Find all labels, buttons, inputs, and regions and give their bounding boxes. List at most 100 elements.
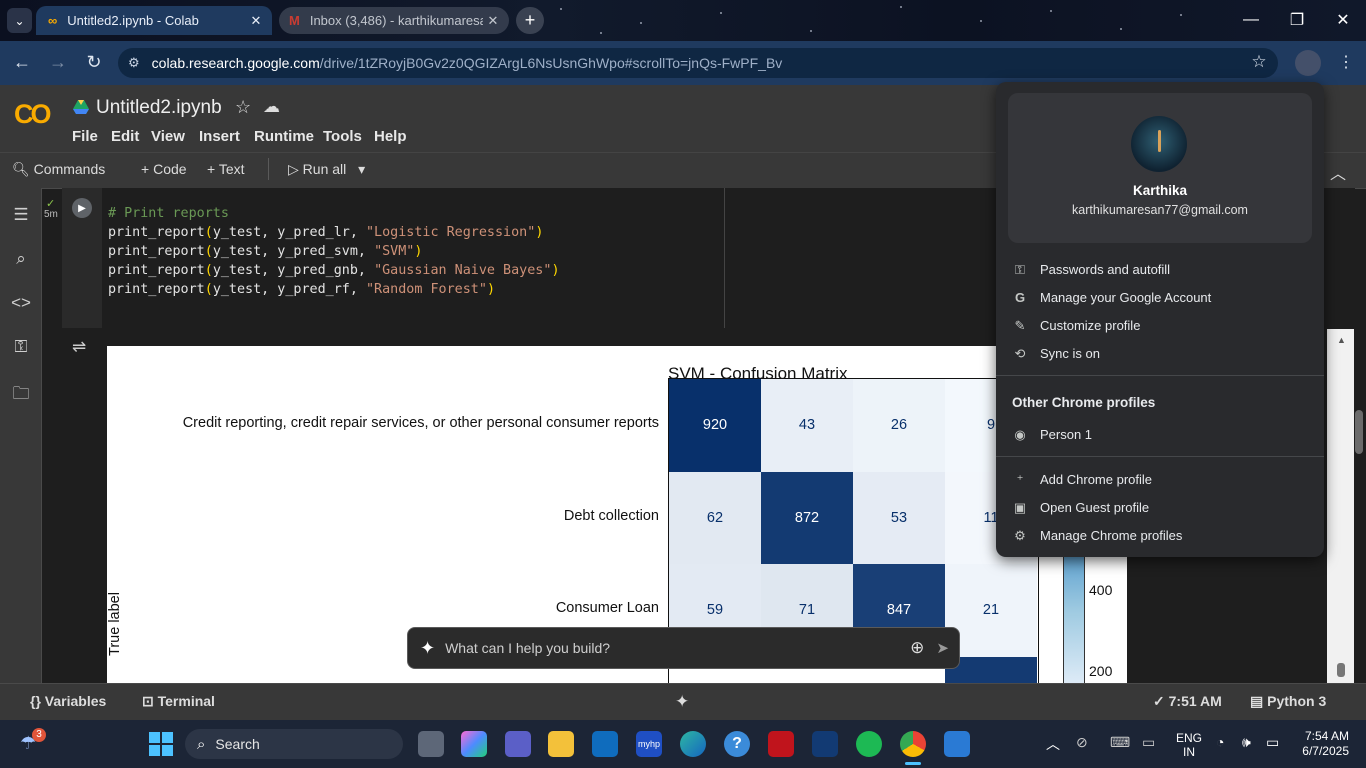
task-view-icon[interactable] <box>418 731 444 757</box>
runtime-status[interactable]: ▤ Python 3 <box>1250 693 1326 710</box>
secrets-key-icon[interactable]: ⚿ <box>10 337 32 359</box>
volume-icon[interactable]: 🕪︎ <box>1242 734 1251 751</box>
gemini-sparkle-icon: ✦ <box>420 637 436 658</box>
teams-icon[interactable] <box>505 731 531 757</box>
colab-logo[interactable]: CO <box>14 99 51 130</box>
menu-add-profile[interactable]: Add Chrome profile <box>1040 472 1152 487</box>
tab-gmail[interactable]: M Inbox (3,486) - karthikumaresan ✕ <box>279 7 509 34</box>
help-icon[interactable]: ? <box>724 731 750 757</box>
gemini-sparkle-icon[interactable]: ✦ <box>675 692 689 712</box>
tab-colab[interactable]: ∞ Untitled2.ipynb - Colab ✕ <box>36 6 272 35</box>
menu-view[interactable]: View <box>151 128 185 145</box>
code-args: y_test, y_pred_gnb, <box>212 263 375 278</box>
notebook-title[interactable]: Untitled2.ipynb <box>96 97 222 119</box>
heatmap-cell: 26 <box>853 379 945 472</box>
code-snippets-icon[interactable]: <> <box>10 293 32 315</box>
run-all-button[interactable]: ▷ Run all ▾ <box>288 161 365 178</box>
menu-insert[interactable]: Insert <box>199 128 240 145</box>
chevron-down-icon[interactable]: ▾ <box>358 161 365 177</box>
tab-search-button[interactable]: ⌄ <box>7 8 32 33</box>
profile-avatar-button[interactable] <box>1295 50 1321 76</box>
execution-status[interactable]: ✓ 7:51 AM <box>1153 693 1222 710</box>
windows-start-icon[interactable] <box>149 732 173 756</box>
commands-label: Commands <box>33 161 106 177</box>
collapse-header-icon[interactable]: ︿ <box>1330 160 1346 184</box>
table-of-contents-icon[interactable]: ☰ <box>10 205 32 227</box>
chrome-menu-icon[interactable]: ⋮ <box>1334 52 1358 74</box>
reload-icon[interactable]: ↻ <box>82 52 106 74</box>
new-tab-button[interactable]: + <box>516 7 544 34</box>
menu-help[interactable]: Help <box>374 128 407 145</box>
copilot-icon[interactable] <box>461 731 487 757</box>
files-folder-icon[interactable]: 🗀 <box>10 381 32 403</box>
active-app-indicator <box>905 762 921 765</box>
menu-customize-profile[interactable]: Customize profile <box>1040 318 1140 333</box>
terminal-button[interactable]: ⊡ Terminal <box>142 693 215 710</box>
send-icon[interactable]: ➤ <box>936 639 949 657</box>
show-hidden-icons[interactable]: ︿ <box>1046 734 1060 754</box>
close-tab-icon[interactable]: ✕ <box>246 13 266 29</box>
commands-button[interactable]: 🔍︎ Commands <box>12 161 105 178</box>
code-cell[interactable]: # Print reports print_report(y_test, y_p… <box>102 188 724 328</box>
menu-manage-profiles[interactable]: Manage Chrome profiles <box>1040 528 1182 543</box>
menu-runtime[interactable]: Runtime <box>254 128 314 145</box>
profile-person-1[interactable]: Person 1 <box>1040 427 1092 442</box>
add-text-button[interactable]: + Text <box>207 161 245 177</box>
tab-title: Inbox (3,486) - karthikumaresan <box>309 13 483 28</box>
minimize-button[interactable]: — <box>1228 0 1274 40</box>
profile-avatar[interactable] <box>1131 116 1187 172</box>
store-icon[interactable] <box>592 731 618 757</box>
search-icon: 🔍︎ <box>12 161 30 177</box>
mcafee-icon[interactable] <box>768 731 794 757</box>
gemini-input[interactable]: What can I help you build? <box>445 640 910 656</box>
scrollbar-thumb[interactable] <box>1337 663 1345 677</box>
page-scrollbar-thumb[interactable] <box>1355 410 1363 454</box>
code-fn: print_report <box>108 282 205 297</box>
variables-button[interactable]: {} Variables <box>30 693 106 709</box>
forward-icon[interactable]: → <box>46 52 70 74</box>
output-options-icon[interactable]: ⇌ <box>72 337 86 357</box>
keyboard-icon[interactable]: ⌨ <box>1110 734 1130 751</box>
row-label: Debt collection <box>563 508 659 524</box>
myhp-icon[interactable]: myhp <box>636 731 662 757</box>
add-attachment-icon[interactable]: ⊕ <box>910 638 924 658</box>
star-notebook-icon[interactable]: ☆ <box>235 97 251 118</box>
output-scrollbar[interactable]: ▲ <box>1327 329 1354 683</box>
clock[interactable]: 7:54 AM 6/7/2025 <box>1295 729 1349 759</box>
menu-edit[interactable]: Edit <box>111 128 139 145</box>
close-window-button[interactable]: ✕ <box>1320 0 1366 40</box>
heatmap-cell: 53 <box>853 471 945 564</box>
pencil-icon: ✎ <box>1014 318 1026 333</box>
spotify-icon[interactable] <box>856 731 882 757</box>
menu-passwords[interactable]: Passwords and autofill <box>1040 262 1170 277</box>
network-status-icon[interactable]: ⊘ <box>1076 734 1088 751</box>
chrome-icon[interactable] <box>900 731 926 757</box>
add-code-button[interactable]: + Code <box>141 161 187 177</box>
menu-tools[interactable]: Tools <box>323 128 362 145</box>
menu-guest-profile[interactable]: Open Guest profile <box>1040 500 1149 515</box>
find-icon[interactable]: ⌕ <box>10 249 32 271</box>
back-icon[interactable]: ← <box>10 52 34 74</box>
address-bar[interactable]: ⚙ colab.research.google.com/drive/1tZRoy… <box>118 48 1278 78</box>
menu-file[interactable]: File <box>72 128 98 145</box>
run-cell-button[interactable]: ▶ <box>72 198 92 218</box>
toolbar-divider <box>268 158 269 180</box>
taskbar-search[interactable]: ⌕ Search <box>185 729 403 759</box>
language-indicator[interactable]: ENG IN <box>1176 731 1202 759</box>
edge-icon[interactable] <box>680 731 706 757</box>
wifi-icon[interactable]: ◔ <box>1216 734 1224 750</box>
file-explorer-icon[interactable] <box>548 731 574 757</box>
restore-button[interactable]: ❐ <box>1274 0 1320 40</box>
site-info-icon[interactable]: ⚙ <box>128 55 140 71</box>
battery-icon[interactable]: ▭ <box>1266 734 1279 751</box>
vs-code-icon[interactable] <box>812 731 838 757</box>
menu-sync[interactable]: Sync is on <box>1040 346 1100 361</box>
notepad-icon[interactable] <box>944 731 970 757</box>
menu-manage-account[interactable]: Manage your Google Account <box>1040 290 1211 305</box>
display-icon[interactable]: ▭ <box>1142 734 1155 751</box>
key-icon: ⚿ <box>1015 262 1025 277</box>
close-tab-icon[interactable]: ✕ <box>483 13 503 29</box>
gemini-prompt[interactable]: ✦ What can I help you build? ⊕ ➤ <box>407 627 960 669</box>
url-host: colab.research.google.com <box>151 55 320 71</box>
bookmark-star-icon[interactable]: ☆ <box>1247 52 1271 74</box>
